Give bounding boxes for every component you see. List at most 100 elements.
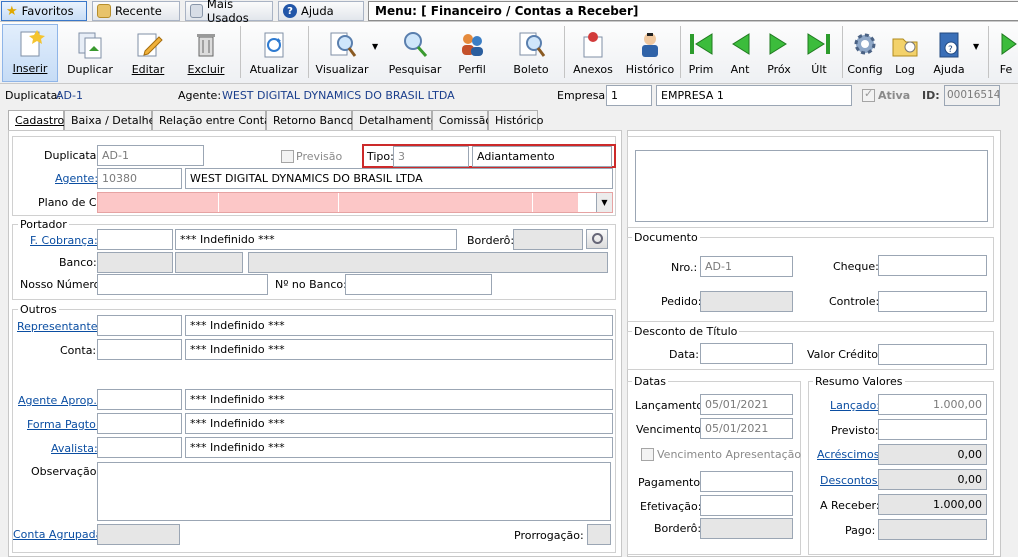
fechar-label: Fe [999,63,1013,76]
avalista-link[interactable]: Avalista: [51,442,98,455]
inserir-button[interactable]: Inserir [2,24,58,82]
avalista-code-input[interactable] [97,437,182,458]
prim-label: Prim [688,63,714,76]
favoritos-button[interactable]: ★ Favoritos [1,1,87,21]
agente-link[interactable]: Agente: [55,172,98,185]
cobranca-link[interactable]: F. Cobrança: [30,234,98,247]
datas-bordero-label: Borderô: [654,522,702,535]
nosso-numero-label: Nosso Número: [20,278,105,291]
tab-comissao[interactable]: Comissão [432,110,492,130]
pago-field [878,519,987,540]
cheque-input[interactable] [878,255,987,276]
controle-input[interactable] [878,291,987,312]
representante-code-input[interactable] [97,315,182,336]
no-banco-input[interactable] [345,274,492,295]
tab-cadastro[interactable]: Cadastro [8,110,64,131]
bordero-lookup-button[interactable] [586,229,608,249]
representante-link[interactable]: Representante: [17,320,101,333]
most-used-icon [190,4,203,18]
ult-button[interactable]: Últ [802,24,836,82]
ajuda-button[interactable]: ? Ajuda [928,24,970,82]
pago-label: Pago: [845,524,876,537]
ajuda-tab-label: Ajuda [301,4,334,18]
banco-code-field [97,252,173,273]
previsao-checkbox[interactable] [281,150,294,163]
previsto-field [878,419,987,440]
svg-text:?: ? [948,45,953,55]
prox-button[interactable]: Próx [762,24,796,82]
visualizar-button[interactable]: Visualizar [312,24,372,82]
insert-icon [20,30,45,57]
perfil-button[interactable]: Perfil [448,24,496,82]
info-textarea[interactable] [635,150,988,222]
ant-button[interactable]: Ant [724,24,756,82]
log-button[interactable]: Log [888,24,922,82]
observacao-textarea[interactable] [97,462,611,521]
tab-detalhamento[interactable]: Detalhamento [352,110,438,130]
agente-aprop-code-input[interactable] [97,389,182,410]
toolbar-divider [240,26,241,78]
conta-agrupada-link[interactable]: Conta Agrupada: [13,528,106,541]
tab-relacao-contas[interactable]: Relação entre Contas [152,110,277,130]
nro-input[interactable]: AD-1 [700,256,793,277]
tab-baixa-detalhes[interactable]: Baixa / Detalhes [64,110,161,130]
atualizar-button[interactable]: Atualizar [246,24,302,82]
vencimento-apresentacao-checkbox[interactable] [641,448,654,461]
anexos-button[interactable]: Anexos [570,24,616,82]
plano-contas-select[interactable]: ▼ [97,192,613,213]
tab-historico[interactable]: Histórico [488,110,543,130]
gear-icon [854,33,876,55]
mais-usados-button[interactable]: Mais Usados [185,0,273,25]
ajuda-tab-button[interactable]: ? Ajuda [278,1,364,21]
recente-button[interactable]: Recente [92,1,180,21]
toolbar-divider [564,26,565,78]
agente-code-input[interactable]: 10380 [97,168,182,189]
duplicar-button[interactable]: Duplicar [62,24,118,82]
historico-button[interactable]: Histórico [624,24,676,82]
previsao-label: Previsão [296,150,343,163]
descontos-link[interactable]: Descontos: [820,474,881,487]
empresa-code-input[interactable]: 1 [606,85,652,106]
a-receber-label: A Receber: [820,499,880,512]
star-icon: ★ [6,3,18,19]
fechar-button[interactable]: Fe [994,24,1018,82]
desconto-data-input[interactable] [700,343,793,364]
ativa-checkbox[interactable]: ✓ [862,87,875,102]
vencimento-input[interactable]: 05/01/2021 [700,418,793,439]
editar-button[interactable]: Editar [122,24,174,82]
acrescimos-link[interactable]: Acréscimos: [817,448,883,461]
lancamento-input[interactable]: 05/01/2021 [700,394,793,415]
prim-button[interactable]: Prim [684,24,718,82]
pagamento-input[interactable] [700,471,793,492]
cobranca-code-input[interactable] [97,229,173,250]
excluir-label: Excluir [187,63,225,76]
portador-title: Portador [18,218,69,231]
lancado-link[interactable]: Lançado: [830,399,880,412]
boleto-button[interactable]: Boleto [506,24,556,82]
nosso-numero-input[interactable] [97,274,268,295]
excluir-button[interactable]: Excluir [180,24,232,82]
chevron-down-icon[interactable]: ▼ [596,193,612,212]
duplicate-icon [78,32,102,59]
config-button[interactable]: Config [846,24,884,82]
help-book-icon: ? [939,32,959,58]
agente-aprop-name-field: *** Indefinido *** [185,389,613,410]
efetivacao-input[interactable] [700,495,793,516]
favoritos-label: Favoritos [21,4,74,18]
forma-pagto-link[interactable]: Forma Pagto: [27,418,100,431]
pesquisar-button[interactable]: Pesquisar [386,24,444,82]
valor-credito-input[interactable] [878,344,987,365]
ajuda-dropdown-icon[interactable]: ▼ [973,42,979,51]
conta-code-input[interactable] [97,339,182,360]
main-toolbar: Inserir Duplicar Editar Excluir Atualiza… [0,22,1018,84]
tipo-code-input[interactable]: 3 [393,146,469,167]
tab-label: Comissão [439,114,493,127]
visualizar-dropdown-icon[interactable]: ▼ [372,42,378,51]
forma-pagto-code-input[interactable] [97,413,182,434]
agente-aprop-link[interactable]: Agente Aprop.: [18,394,101,407]
tab-label: Relação entre Contas [159,114,277,127]
duplicata-input[interactable]: AD-1 [97,145,204,166]
tab-retorno-banco[interactable]: Retorno Banco [266,110,354,130]
exit-icon [1001,33,1017,55]
conta-name-field: *** Indefinido *** [185,339,613,360]
